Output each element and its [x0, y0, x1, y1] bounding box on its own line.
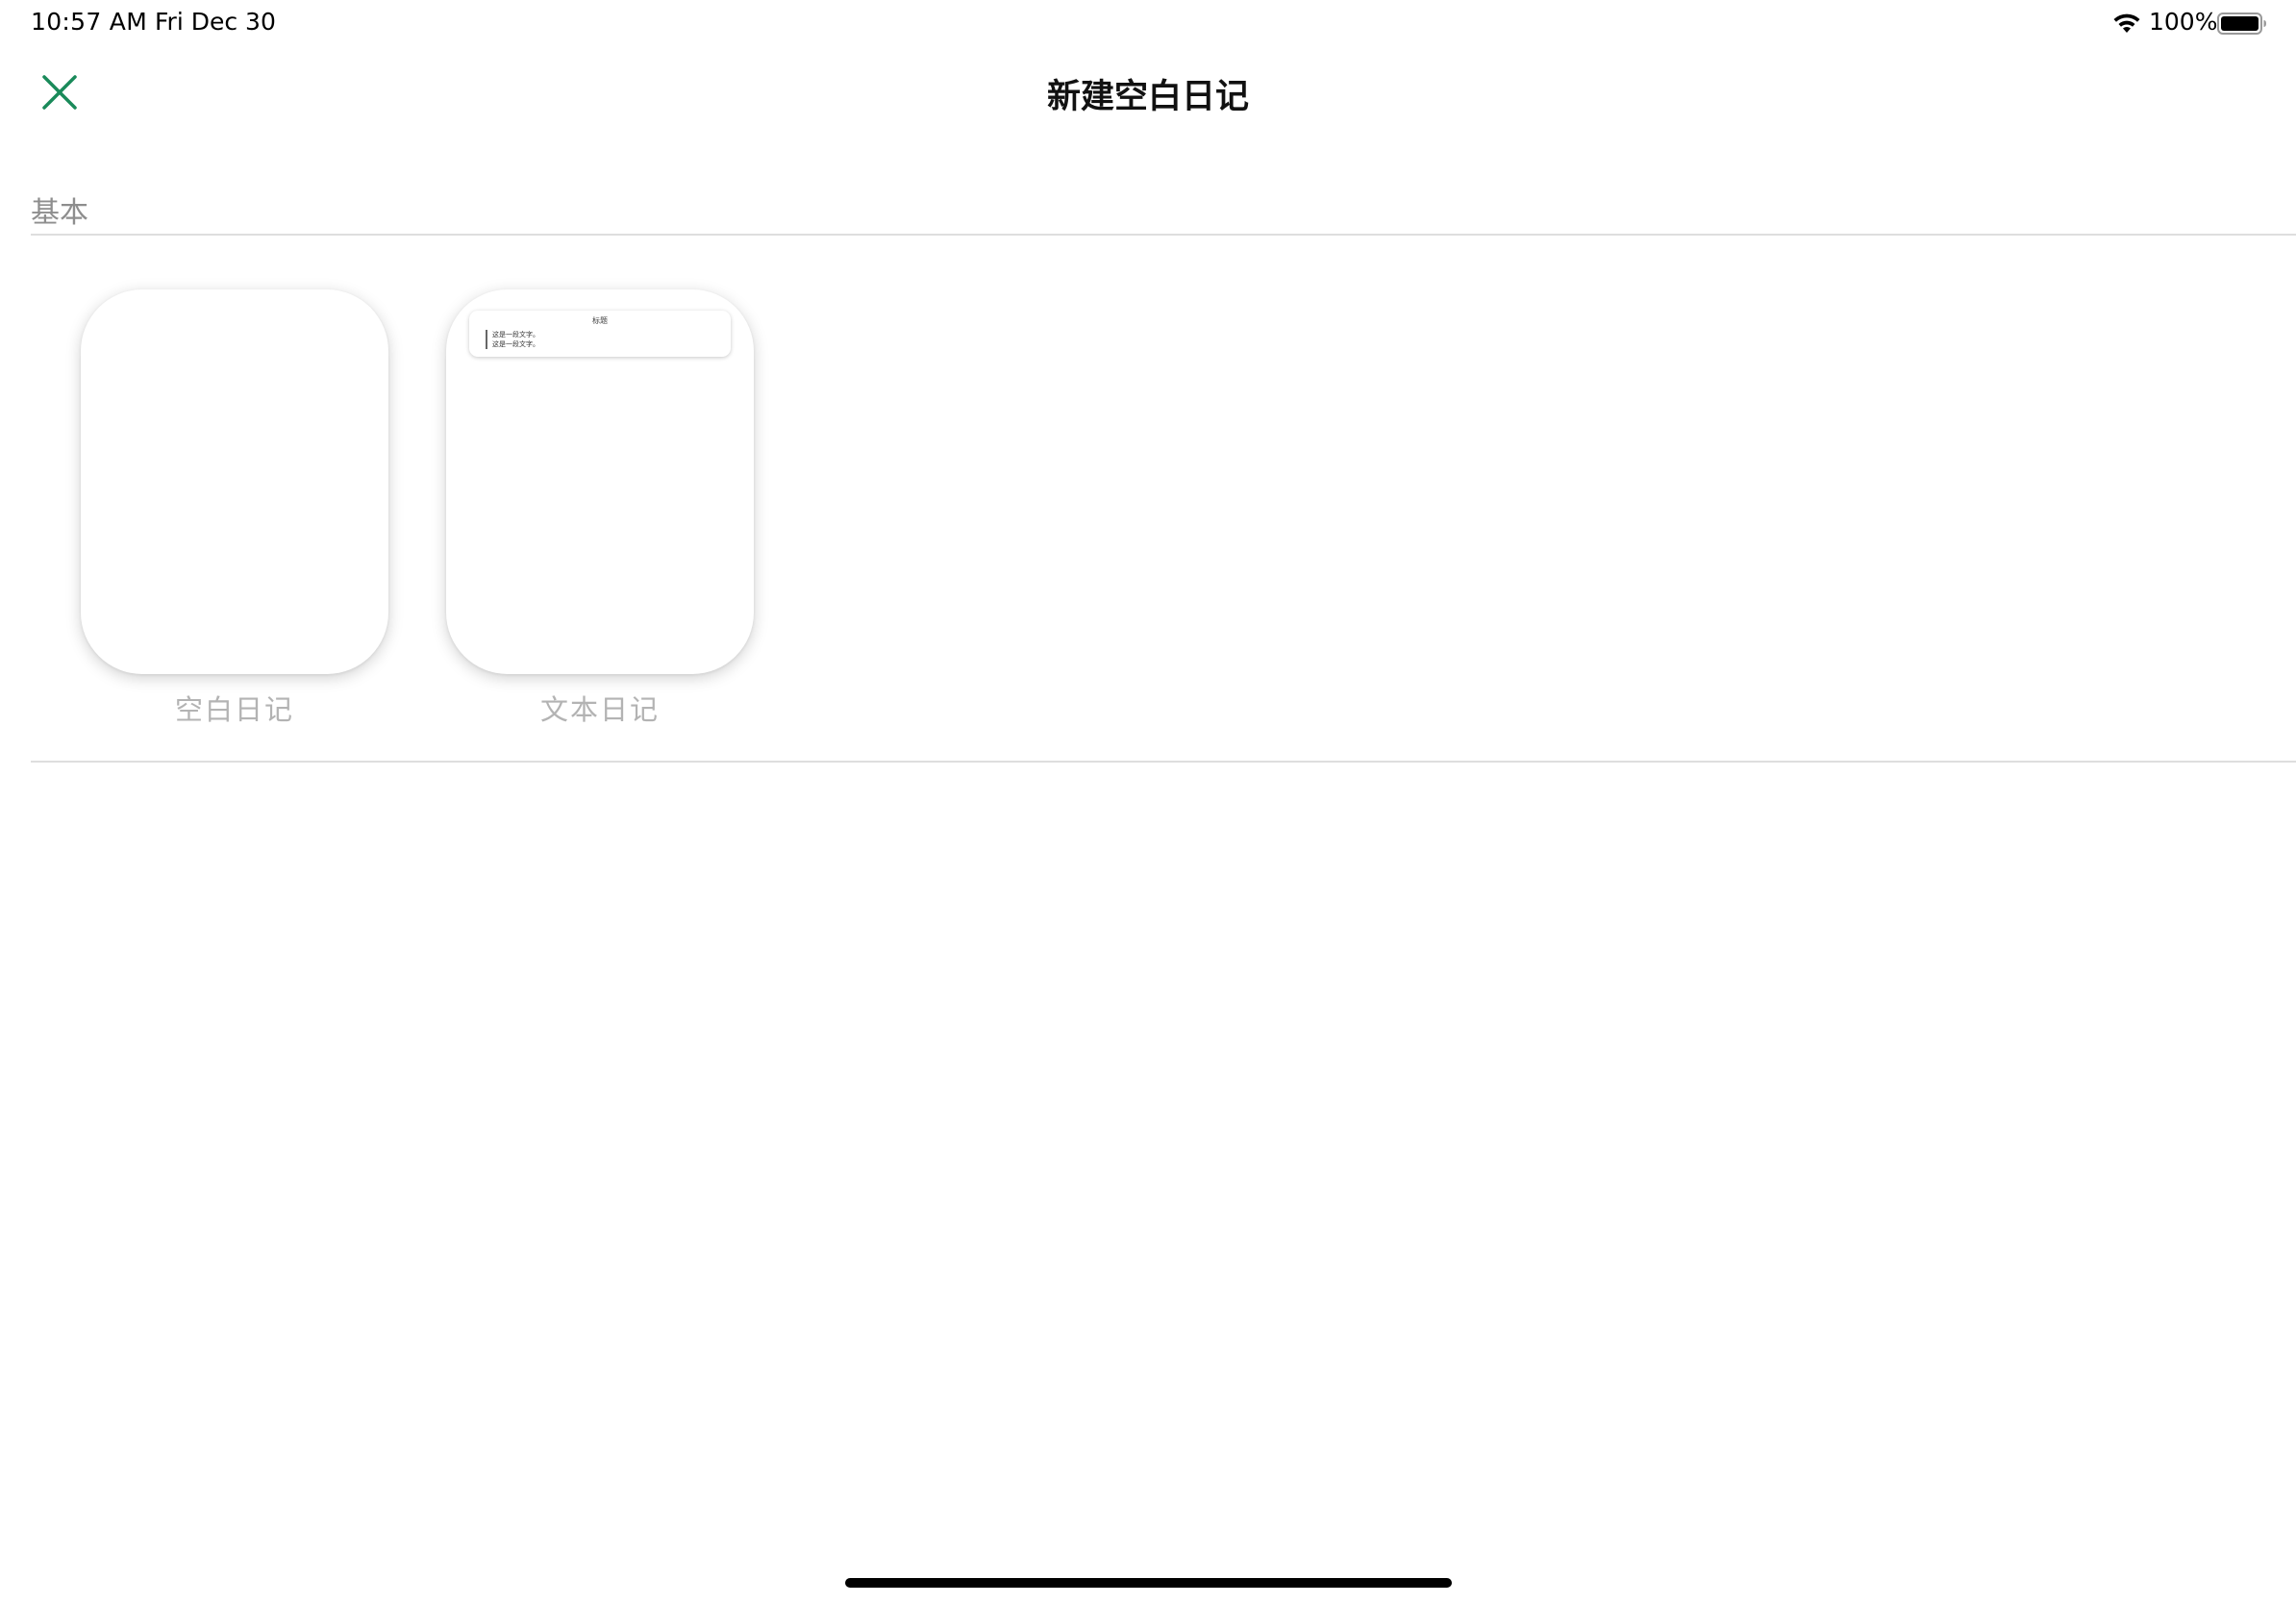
battery-percent: 100% [2149, 8, 2218, 36]
status-time: 10:57 AM [31, 8, 148, 36]
status-date: Fri Dec 30 [155, 8, 276, 36]
status-bar: 10:57 AM Fri Dec 30 100% [0, 0, 2296, 44]
home-indicator[interactable] [845, 1578, 1452, 1588]
preview-title: 标题 [592, 316, 608, 325]
preview-quote-bar [486, 330, 487, 349]
section-divider-top [31, 234, 2296, 236]
template-label: 空白日记 [174, 693, 294, 726]
preview-line: 这是一段文字。 [492, 340, 539, 348]
template-blank-diary[interactable]: 空白日记 [81, 289, 388, 728]
new-diary-screen: 10:57 AM Fri Dec 30 100% 新建空白日记 基本 空白日记 … [0, 0, 2296, 1604]
template-preview: 标题 这是一段文字。 这是一段文字。 [469, 311, 731, 357]
template-card-blank[interactable] [81, 289, 388, 674]
wifi-icon [2111, 12, 2142, 35]
section-header: 基本 [31, 196, 88, 230]
battery-icon [2217, 13, 2267, 35]
template-label: 文本日记 [539, 693, 660, 726]
page-title: 新建空白日记 [1046, 78, 1249, 116]
template-card-text[interactable]: 标题 这是一段文字。 这是一段文字。 [446, 289, 754, 674]
preview-line: 这是一段文字。 [492, 331, 539, 338]
section-divider-bottom [31, 761, 2296, 763]
template-text-diary[interactable]: 标题 这是一段文字。 这是一段文字。 文本日记 [446, 289, 754, 728]
